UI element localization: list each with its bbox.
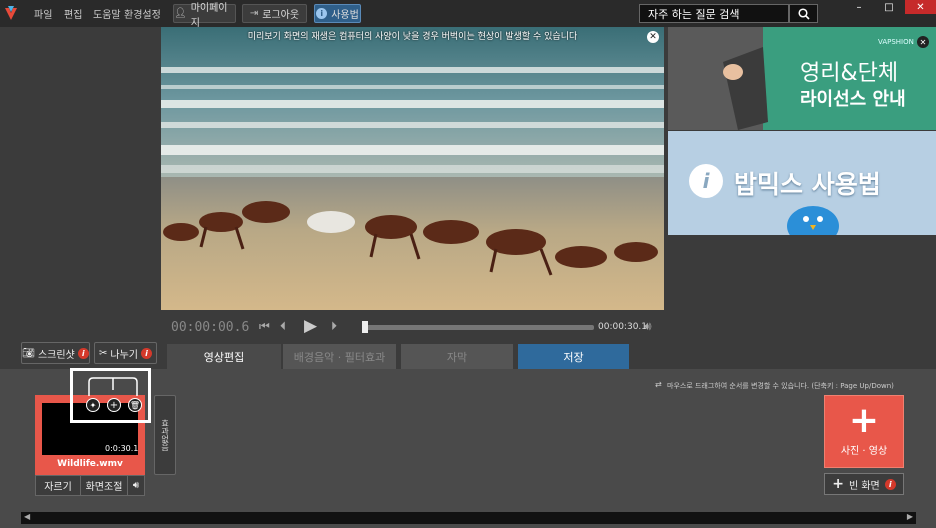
logout-icon: ⇥ — [249, 8, 259, 19]
tab-music-filter[interactable]: 배경음악 · 필터효과 — [283, 344, 396, 369]
search-input[interactable]: 자주 하는 질문 검색 — [639, 4, 789, 23]
menu-edit[interactable]: 편집 — [64, 6, 82, 21]
add-media-label: 사진 · 영상 — [840, 446, 888, 457]
howto-button[interactable]: i 사용법 — [314, 4, 361, 23]
next-frame-icon: ⏵︎ — [331, 319, 338, 333]
menu-help[interactable]: 도움말 — [93, 6, 121, 21]
app-logo — [3, 4, 19, 22]
scroll-right-icon[interactable]: ▶ — [907, 512, 913, 521]
play-button[interactable]: ▶︎ — [304, 316, 317, 336]
plus-icon: + — [848, 400, 880, 441]
total-time: 00:00:30.1 — [598, 322, 648, 332]
trim-button[interactable]: 자르기 — [36, 476, 81, 495]
effect-label: 효과없음 — [160, 419, 170, 451]
adjust-screen-button[interactable]: 화면조절 — [81, 476, 128, 495]
howto-ad-banner[interactable]: i 밥믹스 사용법 — [668, 131, 936, 235]
mypage-label: 마이페이지 — [190, 2, 228, 29]
info-icon: i — [77, 347, 89, 359]
volume-icon: 🔊︎ — [132, 480, 140, 491]
clip-volume-button[interactable]: 🔊︎ — [128, 476, 144, 495]
timeline-scrollbar[interactable]: ◀ ▶ — [21, 512, 916, 524]
close-icon: ✕ — [649, 32, 657, 42]
volume-icon: 🔊︎ — [644, 319, 652, 333]
play-icon: ▶︎ — [304, 316, 318, 336]
close-ad-button[interactable]: ✕ — [917, 36, 929, 48]
tab-subtitle[interactable]: 자막 — [401, 344, 513, 369]
volume-button[interactable]: 🔊︎ — [644, 319, 652, 334]
prev-frame-button[interactable]: ⏴︎ — [280, 319, 286, 334]
bracket-icon — [88, 377, 138, 396]
current-time: 00:00:00.6 — [171, 320, 250, 335]
clip-actions: 자르기 화면조절 🔊︎ — [35, 475, 145, 496]
clip-duration: 0:0:30.1 — [105, 444, 139, 453]
info-icon: i — [884, 478, 896, 490]
effect-slot[interactable]: 효과없음 — [154, 395, 176, 475]
maximize-button[interactable]: □ — [874, 0, 904, 14]
blank-screen-button[interactable]: + 빈 화면 i — [824, 473, 904, 495]
user-icon: 👤︎ — [174, 8, 187, 19]
add-icon[interactable]: + — [107, 398, 121, 412]
preview-notice: 미리보기 화면의 재생은 컴퓨터의 사양이 낮을 경우 버벅이는 현상이 발생할… — [247, 32, 578, 42]
minimize-button[interactable]: – — [844, 0, 874, 14]
ad-brand: VAPSHION — [878, 38, 914, 46]
skip-start-button[interactable]: ⏮︎ — [259, 319, 270, 334]
split-button[interactable]: ✂ 나누기 i — [94, 342, 157, 364]
search-icon — [797, 7, 810, 20]
trash-icon[interactable]: 🗑︎ — [128, 398, 142, 412]
tab-save[interactable]: 저장 — [518, 344, 629, 369]
close-notice-button[interactable]: ✕ — [647, 31, 659, 43]
transition-icon[interactable]: ✦ — [86, 398, 100, 412]
blank-screen-label: 빈 화면 — [848, 480, 880, 492]
clip-filename: Wildlife.wmv — [57, 459, 123, 469]
plus-icon: + — [832, 476, 844, 492]
next-frame-button[interactable]: ⏵︎ — [331, 319, 337, 334]
split-label: 나누기 — [110, 349, 138, 361]
menu-settings[interactable]: 환경설정 — [124, 6, 161, 21]
add-media-button[interactable]: + 사진 · 영상 — [824, 395, 904, 468]
maximize-icon: □ — [884, 1, 894, 13]
seek-bar[interactable] — [362, 325, 594, 330]
video-preview — [161, 27, 664, 310]
mypage-button[interactable]: 👤︎ 마이페이지 — [173, 3, 236, 29]
tab-video-edit[interactable]: 영상편집 — [167, 344, 281, 369]
minimize-icon: – — [856, 1, 862, 13]
screenshot-label: 스크린샷 — [37, 349, 75, 361]
license-ad-banner[interactable]: VAPSHION 영리&단체 라이선스 안내 — [668, 27, 936, 130]
search-button[interactable] — [789, 4, 818, 23]
close-icon: ✕ — [916, 1, 925, 13]
info-icon: i — [316, 8, 328, 19]
logout-label: 로그아웃 — [262, 10, 300, 21]
screenshot-button[interactable]: 📷︎ 스크린샷 i — [21, 342, 90, 364]
search-placeholder: 자주 하는 질문 검색 — [648, 7, 740, 21]
logout-button[interactable]: ⇥ 로그아웃 — [242, 4, 307, 23]
svg-text:i: i — [703, 169, 711, 193]
howto-label: 사용법 — [331, 10, 359, 21]
skip-start-icon: ⏮︎ — [259, 319, 270, 333]
ad2-text: 밥믹스 사용법 — [734, 170, 881, 199]
prev-frame-icon: ⏴︎ — [280, 319, 287, 333]
seek-thumb[interactable] — [362, 321, 368, 333]
video-frame — [161, 27, 664, 310]
info-icon: i — [141, 347, 152, 359]
reorder-icon: ⇄ — [655, 380, 662, 389]
close-icon: ✕ — [919, 37, 927, 47]
clip-tools-highlight: ✦ + 🗑︎ — [70, 368, 151, 423]
close-window-button[interactable]: ✕ — [905, 0, 936, 14]
reorder-hint: 마우스로 드래그하여 순서를 변경할 수 있습니다. (단축키 : Page U… — [667, 382, 894, 390]
player-controls: 00:00:00.6 ⏮︎ ⏴︎ ▶︎ ⏵︎ 00:00:30.1 🔊︎ — [161, 314, 664, 340]
menu-file[interactable]: 파일 — [34, 6, 52, 21]
scroll-left-icon[interactable]: ◀ — [24, 512, 30, 521]
scissors-icon: ✂ — [99, 347, 108, 359]
ad1-line1: 영리&단체 — [800, 61, 899, 86]
camera-icon: 📷︎ — [22, 347, 35, 359]
ad1-line2: 라이선스 안내 — [800, 89, 906, 110]
